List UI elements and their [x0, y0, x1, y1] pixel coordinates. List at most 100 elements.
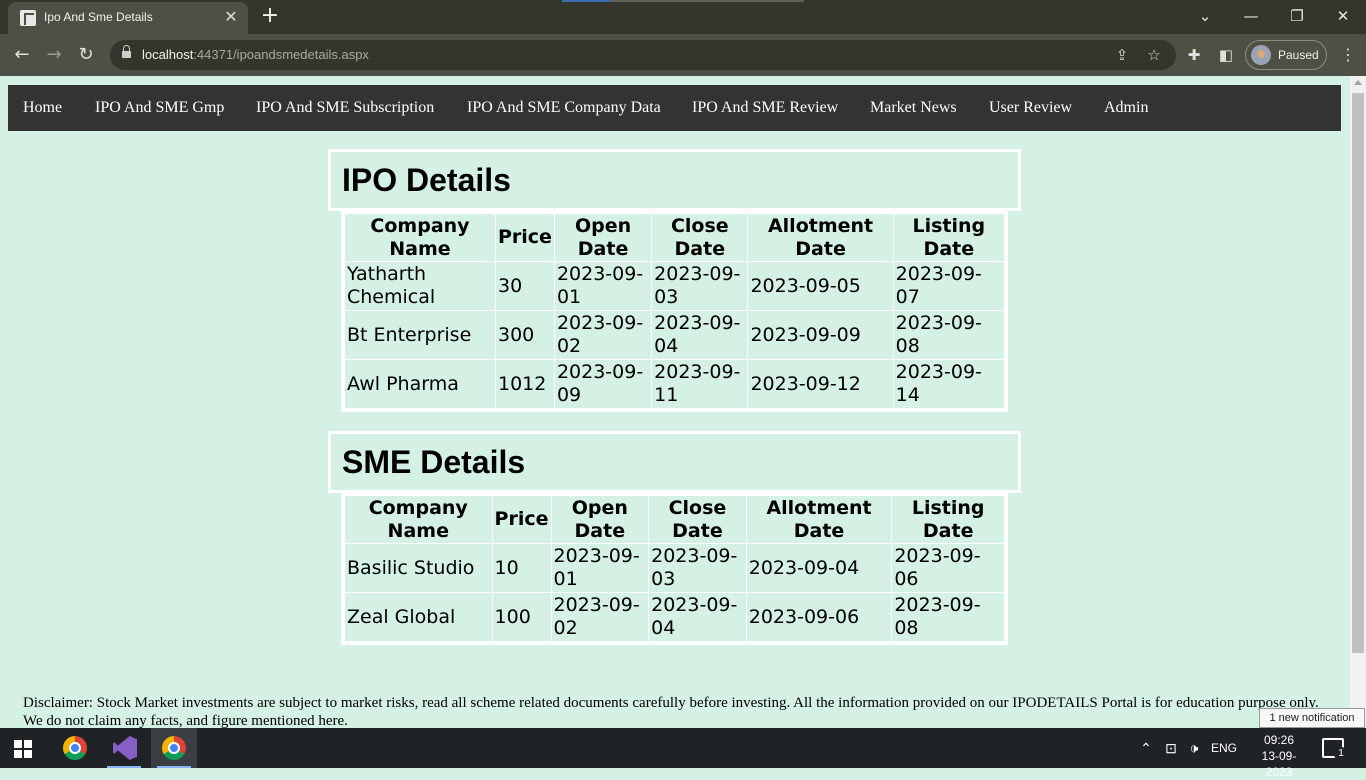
taskbar-chrome-icon[interactable] — [52, 728, 98, 768]
chrome-profile-icon — [162, 736, 186, 760]
visual-studio-icon — [113, 736, 137, 760]
taskbar-clock[interactable]: 09:26 13-09-2023 — [1251, 732, 1307, 780]
cell-listing-date: 2023-09-14 — [893, 360, 1004, 408]
table-row: Basilic Studio 10 2023-09-01 2023-09-03 … — [345, 544, 1004, 592]
cell-allotment-date: 2023-09-09 — [748, 311, 893, 359]
column-header-close-date: Close Date — [652, 214, 748, 261]
tray-overflow-icon[interactable]: ⌃ — [1137, 728, 1155, 768]
cell-company-name: Awl Pharma — [345, 360, 495, 408]
cell-company-name: Yatharth Chemical — [345, 262, 495, 310]
cell-close-date: 2023-09-04 — [652, 311, 748, 359]
back-icon[interactable]: ← — [10, 43, 34, 67]
page-viewport: Home IPO And SME Gmp IPO And SME Subscri… — [0, 76, 1350, 728]
browser-tab[interactable]: Ipo And Sme Details ✕ — [8, 2, 248, 34]
page-scrollbar[interactable] — [1350, 76, 1366, 728]
url-text[interactable]: localhost:44371/ipoandsmedetails.aspx — [142, 47, 369, 62]
clock-date: 13-09-2023 — [1261, 749, 1297, 779]
windows-start-icon[interactable] — [14, 740, 32, 758]
table-row: Zeal Global 100 2023-09-02 2023-09-04 20… — [345, 593, 1004, 641]
share-icon[interactable]: ⇪ — [1112, 45, 1132, 65]
nav-ipo-sme-gmp[interactable]: IPO And SME Gmp — [95, 99, 224, 117]
forward-icon[interactable]: → — [42, 43, 66, 67]
clock-time: 09:26 — [1263, 733, 1295, 747]
language-indicator[interactable]: ENG — [1208, 728, 1240, 768]
taskbar-visual-studio-icon[interactable] — [101, 728, 147, 768]
cell-price: 300 — [495, 311, 554, 359]
cell-open-date: 2023-09-01 — [554, 262, 652, 310]
nav-ipo-sme-subscription[interactable]: IPO And SME Subscription — [256, 99, 434, 117]
new-tab-button[interactable]: + — [258, 5, 282, 29]
window-close-button[interactable]: ✕ — [1323, 4, 1363, 28]
tab-search-icon[interactable]: ⌄ — [1185, 4, 1225, 28]
ipo-section-title: IPO Details — [342, 162, 511, 198]
extensions-icon[interactable]: ✚ — [1183, 44, 1205, 66]
site-navbar: Home IPO And SME Gmp IPO And SME Subscri… — [8, 85, 1341, 131]
profile-status: Paused — [1278, 48, 1319, 62]
volume-icon[interactable]: 🕩 — [1184, 728, 1204, 768]
browser-toolbar: ← → ↻ localhost:44371/ipoandsmedetails.a… — [0, 34, 1366, 76]
cell-allotment-date: 2023-09-06 — [746, 593, 892, 641]
reload-icon[interactable]: ↻ — [74, 43, 98, 67]
nav-ipo-sme-company-data[interactable]: IPO And SME Company Data — [467, 99, 661, 117]
notification-count-badge: 1 — [1334, 747, 1348, 761]
chrome-icon — [63, 736, 87, 760]
star-icon[interactable]: ☆ — [1144, 45, 1164, 65]
cell-close-date: 2023-09-11 — [652, 360, 748, 408]
avatar — [1251, 45, 1271, 65]
table-header-row: Company Name Price Open Date Close Date … — [345, 496, 1004, 543]
ipo-details-table: Company Name Price Open Date Close Date … — [341, 210, 1008, 412]
table-header-row: Company Name Price Open Date Close Date … — [345, 214, 1004, 261]
tab-drag-indicator — [562, 0, 804, 2]
nav-ipo-sme-review[interactable]: IPO And SME Review — [692, 99, 838, 117]
profile-button[interactable]: Paused — [1245, 40, 1327, 70]
cell-company-name: Basilic Studio — [345, 544, 492, 592]
tab-close-icon[interactable]: ✕ — [222, 8, 240, 26]
minimize-button[interactable]: — — [1231, 4, 1271, 28]
network-icon[interactable]: ⊡ — [1160, 728, 1182, 768]
cell-listing-date: 2023-09-07 — [893, 262, 1004, 310]
taskbar-chrome-profile-icon[interactable] — [151, 728, 197, 768]
address-bar[interactable]: localhost:44371/ipoandsmedetails.aspx ⇪ … — [110, 40, 1176, 70]
cell-listing-date: 2023-09-08 — [893, 311, 1004, 359]
nav-home[interactable]: Home — [23, 99, 62, 117]
table-row: Yatharth Chemical 30 2023-09-01 2023-09-… — [345, 262, 1004, 310]
restore-button[interactable]: ❐ — [1277, 4, 1317, 28]
cell-price: 30 — [495, 262, 554, 310]
browser-tab-strip: Ipo And Sme Details ✕ + ⌄ — ❐ ✕ — [0, 0, 1366, 34]
scroll-up-icon[interactable] — [1354, 80, 1362, 85]
sme-details-table: Company Name Price Open Date Close Date … — [341, 492, 1008, 645]
menu-icon[interactable]: ⋮ — [1338, 44, 1358, 66]
page-favicon-icon — [20, 10, 36, 26]
column-header-allotment-date: Allotment Date — [746, 496, 892, 543]
cell-company-name: Zeal Global — [345, 593, 492, 641]
table-row: Bt Enterprise 300 2023-09-02 2023-09-04 … — [345, 311, 1004, 359]
cell-open-date: 2023-09-02 — [551, 593, 649, 641]
column-header-open-date: Open Date — [551, 496, 649, 543]
sme-section-title: SME Details — [342, 444, 526, 480]
cell-open-date: 2023-09-01 — [551, 544, 649, 592]
column-header-company-name: Company Name — [345, 496, 492, 543]
cell-allotment-date: 2023-09-04 — [746, 544, 892, 592]
cell-close-date: 2023-09-03 — [649, 544, 746, 592]
tab-title: Ipo And Sme Details — [44, 10, 153, 24]
scrollbar-thumb[interactable] — [1352, 93, 1364, 653]
column-header-listing-date: Listing Date — [893, 214, 1004, 261]
column-header-allotment-date: Allotment Date — [748, 214, 893, 261]
cell-allotment-date: 2023-09-12 — [748, 360, 893, 408]
nav-admin[interactable]: Admin — [1104, 99, 1148, 117]
nav-market-news[interactable]: Market News — [870, 99, 957, 117]
cell-company-name: Bt Enterprise — [345, 311, 495, 359]
column-header-price: Price — [495, 214, 554, 261]
column-header-company-name: Company Name — [345, 214, 495, 261]
nav-user-review[interactable]: User Review — [989, 99, 1072, 117]
sidepanel-icon[interactable]: ◧ — [1215, 44, 1237, 66]
notification-toast[interactable]: 1 new notification — [1259, 708, 1365, 728]
cell-listing-date: 2023-09-06 — [892, 544, 1004, 592]
cell-allotment-date: 2023-09-05 — [748, 262, 893, 310]
lock-icon[interactable] — [122, 45, 131, 60]
windows-taskbar: ⌃ ⊡ 🕩 ENG 09:26 13-09-2023 1 — [0, 728, 1366, 779]
table-row: Awl Pharma 1012 2023-09-09 2023-09-11 20… — [345, 360, 1004, 408]
column-header-close-date: Close Date — [649, 496, 746, 543]
sme-section-header: SME Details — [328, 431, 1021, 493]
column-header-open-date: Open Date — [554, 214, 652, 261]
